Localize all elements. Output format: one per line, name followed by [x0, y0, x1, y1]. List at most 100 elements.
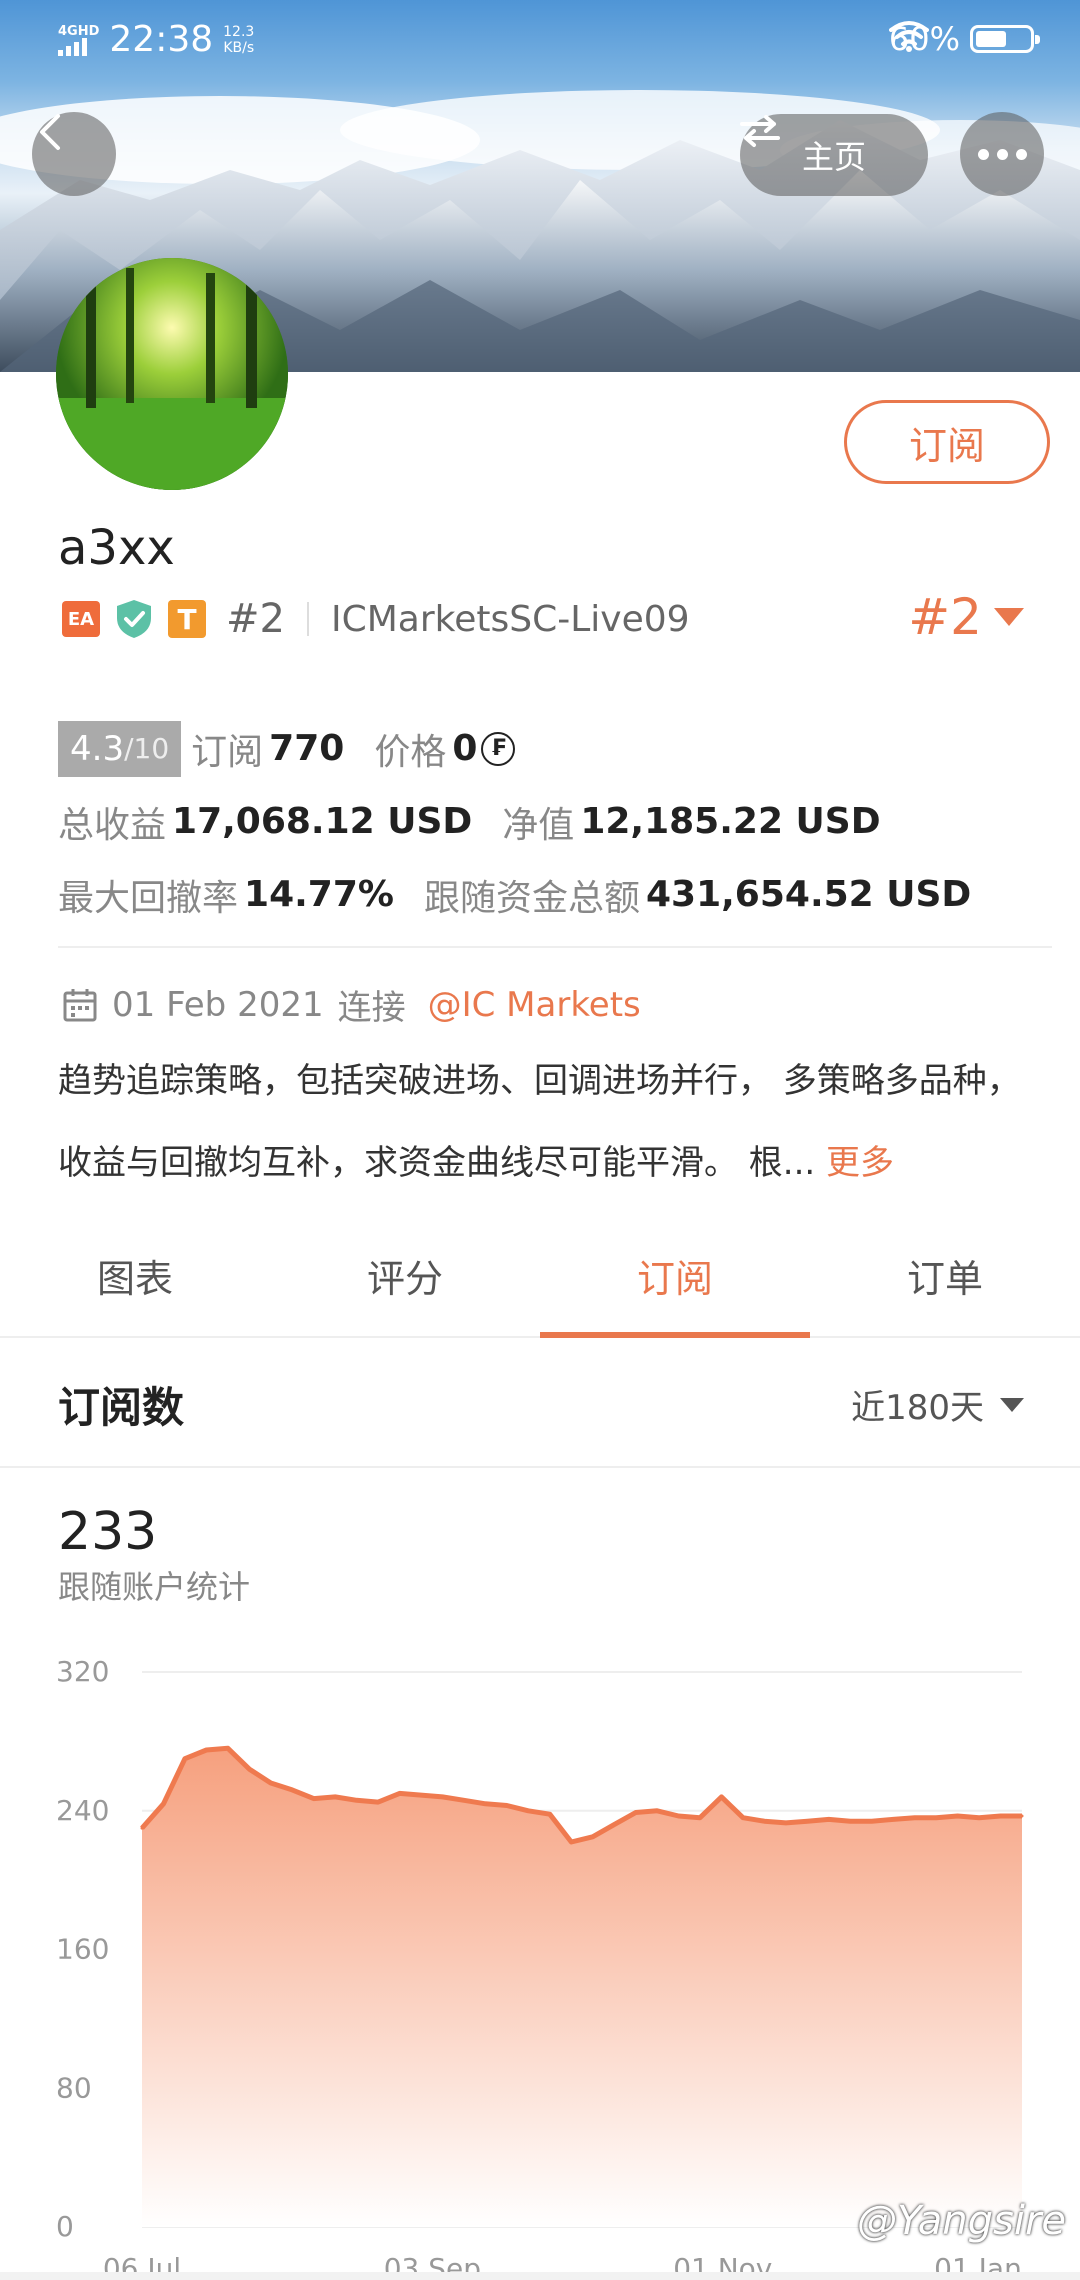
signal-icon: 4GHD: [58, 25, 99, 56]
data-point: [376, 1800, 380, 1804]
net-value-label: 净值: [502, 804, 575, 846]
data-point: [398, 1791, 402, 1795]
data-point: [655, 1809, 659, 1813]
data-point: [505, 1804, 509, 1807]
connect-info: 01 Feb 2021 连接 @IC Markets: [62, 980, 641, 1029]
data-point: [677, 1814, 681, 1818]
username: a3xx: [58, 520, 175, 576]
rating-score: 4.3: [70, 728, 125, 769]
rating-denominator: /10: [124, 732, 170, 765]
forest-avatar-image: [56, 258, 288, 490]
avatar[interactable]: [56, 258, 288, 490]
data-point: [848, 1819, 852, 1823]
net-speed-value: 12.3: [223, 24, 255, 40]
net-speed-unit: KB/s: [223, 40, 255, 56]
data-point: [741, 1816, 745, 1820]
back-button[interactable]: [32, 112, 116, 196]
coin-icon: ₣: [481, 731, 516, 766]
trader-badge: T: [168, 600, 206, 638]
data-point: [140, 1826, 144, 1830]
home-button[interactable]: 主页: [740, 114, 928, 196]
wifi-icon: [888, 21, 929, 52]
data-point: [290, 1788, 294, 1792]
tab-subscriptions[interactable]: 订阅: [540, 1240, 810, 1338]
more-icon: [977, 148, 989, 160]
server-name: ICMarketsSC-Live09: [330, 598, 690, 640]
data-point: [526, 1809, 530, 1813]
data-point: [312, 1797, 316, 1801]
max-drawdown-value: 14.77%: [244, 874, 394, 915]
data-point: [698, 1816, 702, 1820]
follower-count-label: 跟随账户统计: [58, 1568, 251, 1606]
data-point: [891, 1817, 895, 1821]
more-link[interactable]: 更多: [826, 1143, 894, 1183]
tab-rating[interactable]: 评分: [270, 1240, 540, 1336]
price-value: 0: [452, 728, 478, 769]
price-label: 价格: [374, 731, 447, 773]
data-point: [204, 1748, 208, 1752]
data-point: [913, 1816, 917, 1820]
tab-orders[interactable]: 订单: [810, 1240, 1080, 1336]
data-point: [591, 1835, 595, 1839]
rating-badge: 4.3 /10: [58, 720, 182, 777]
follow-funds-value: 431,654.52 USD: [645, 874, 972, 915]
stats-panel: 4.3 /10 订阅 770 价格 0 ₣ 总收益 17,068.12 USD …: [58, 712, 1048, 931]
y-tick-label: 320: [56, 1655, 109, 1688]
data-point: [784, 1821, 788, 1825]
y-tick-label: 80: [56, 2071, 92, 2104]
ea-badge: EA: [62, 601, 100, 637]
connect-date: 01 Feb 2021: [112, 984, 324, 1025]
range-dropdown[interactable]: 近180天: [851, 1380, 1024, 1429]
data-point: [805, 1819, 809, 1823]
data-point: [569, 1840, 573, 1844]
total-profit-value: 17,068.12 USD: [172, 801, 473, 842]
badge-row: EA T #2 ICMarketsSC-Live09: [62, 596, 690, 642]
net-value-value: 12,185.22 USD: [580, 801, 881, 842]
net-speed: 12.3 KB/s: [223, 24, 254, 56]
divider: [58, 946, 1052, 948]
scroll-edge: [0, 2272, 1080, 2280]
calendar-icon: [63, 988, 97, 1021]
battery-icon: [970, 25, 1040, 53]
total-profit-label: 总收益: [58, 804, 167, 846]
rank-dropdown-label: #2: [908, 588, 982, 646]
y-tick-label: 240: [56, 1794, 109, 1827]
divider: [306, 602, 309, 636]
tab-chart[interactable]: 图表: [0, 1240, 270, 1336]
data-point: [226, 1746, 230, 1750]
connect-verb: 连接: [337, 988, 406, 1028]
caret-down-icon: [1000, 1397, 1024, 1412]
max-drawdown-label: 最大回撤率: [58, 877, 239, 919]
data-point: [419, 1793, 423, 1797]
data-point: [247, 1767, 251, 1771]
subscribe-button[interactable]: 订阅: [844, 400, 1050, 484]
subscriptions-chart: 08016024032006 Jul 03 Sep 01 Nov 01 Jan: [56, 1655, 1024, 2280]
subscriptions-label: 订阅: [191, 731, 264, 773]
section-header: 订阅数 近180天: [0, 1338, 1080, 1468]
caret-down-icon: [994, 608, 1024, 626]
rank-label: #2: [226, 596, 285, 642]
data-point: [762, 1819, 766, 1823]
data-point: [333, 1795, 337, 1799]
follow-funds-label: 跟随资金总额: [423, 877, 640, 919]
follower-count: 233: [58, 1502, 158, 1562]
data-point: [934, 1816, 938, 1820]
data-point: [1020, 1814, 1024, 1818]
verified-shield-icon: [117, 600, 151, 638]
data-point: [355, 1798, 359, 1802]
broker-link[interactable]: @IC Markets: [428, 985, 641, 1025]
data-point: [870, 1819, 874, 1823]
rank-dropdown[interactable]: #2: [908, 588, 1024, 646]
network-type: 4GHD: [58, 23, 100, 39]
clock: 22:38: [109, 19, 214, 60]
data-point: [441, 1795, 444, 1799]
status-bar: 4GHD 22:38 12.3 KB/s 60%: [0, 18, 1080, 64]
y-tick-label: 0: [56, 2210, 74, 2243]
more-button[interactable]: [960, 112, 1044, 196]
data-point: [827, 1817, 831, 1821]
data-point: [269, 1781, 273, 1785]
swap-icon: [740, 115, 780, 147]
strategy-description: 趋势追踪策略，包括突破进场、回调进场并行， 多策略多品种，收益与回撤均互补，求资…: [58, 1040, 1038, 1204]
data-point: [956, 1814, 960, 1818]
data-point: [720, 1795, 723, 1799]
